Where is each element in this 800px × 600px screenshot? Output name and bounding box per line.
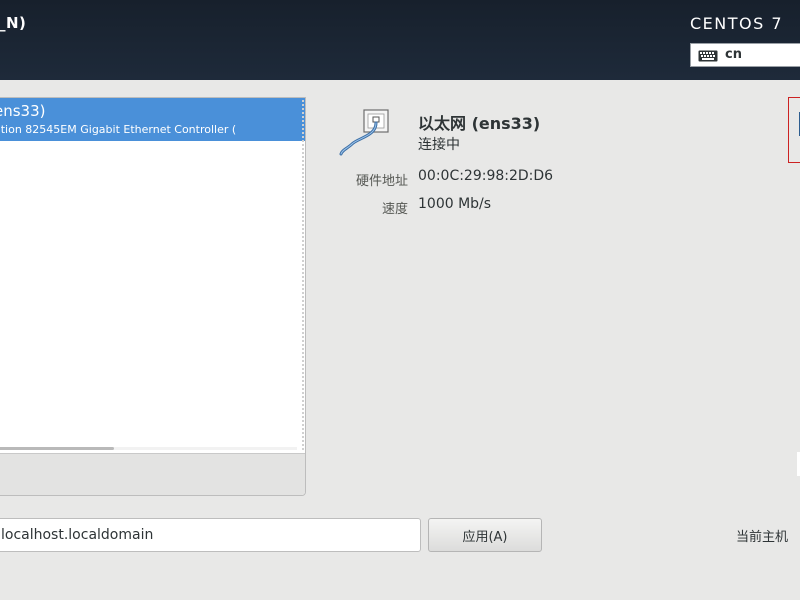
ethernet-icon [339,109,389,156]
page-title: _N) [0,14,27,32]
keyboard-icon [698,50,718,62]
speed-label: 速度 [381,202,408,217]
keyboard-layout-label: cn [725,47,742,62]
network-device-list[interactable]: ens33) ation 82545EM Gigabit Ethernet Co… [0,97,306,496]
header-bar: _N) CENTOS 7 cn [0,0,800,80]
hardware-address-value: 00:0C:29:98:2D:D6 [418,168,554,184]
current-hostname-label: 当前主机 [736,530,789,545]
device-description: ation 82545EM Gigabit Ethernet Controlle… [0,123,237,136]
apply-button[interactable]: 应用(A) [428,518,542,552]
keyboard-layout-indicator[interactable]: cn [690,43,800,67]
list-toolbar [0,453,305,495]
horizontal-scrollbar-thumb[interactable] [0,447,114,450]
list-right-border [302,100,304,452]
hostname-input[interactable] [0,518,421,552]
connection-status: 连接中 [418,137,460,153]
list-item[interactable]: ens33) ation 82545EM Gigabit Ethernet Co… [0,98,305,141]
product-name: CENTOS 7 [690,14,784,33]
hardware-address-label: 硬件地址 [355,174,408,189]
device-title: 以太网 (ens33) [418,114,541,133]
speed-value: 1000 Mb/s [418,196,492,212]
device-name: ens33) [0,102,46,120]
